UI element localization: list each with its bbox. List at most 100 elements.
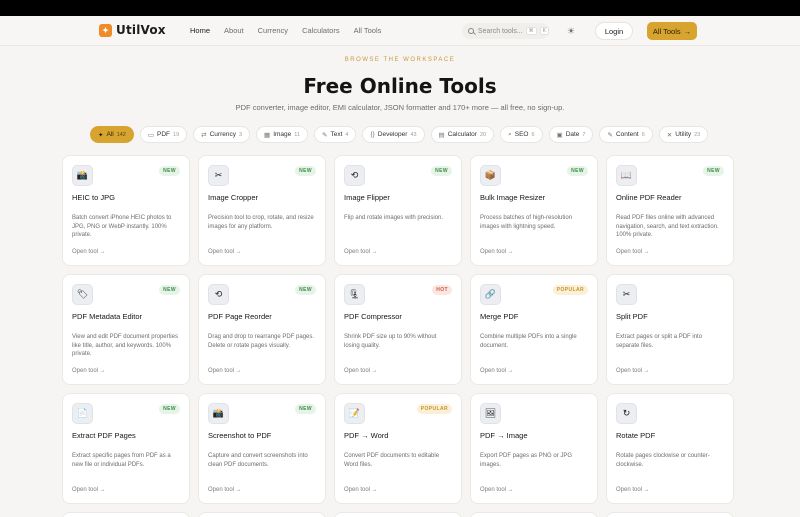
tool-title: HEIC to JPG — [72, 193, 115, 202]
tool-icon: 📖 — [616, 165, 637, 186]
filter-count: 3 — [238, 131, 243, 138]
filter-label: Currency — [209, 131, 236, 138]
tool-icon: 📸 — [72, 165, 93, 186]
sun-icon[interactable]: ☀ — [566, 26, 576, 36]
tool-card[interactable]: 📸 NEW Screenshot to PDF Capture and convert… — [198, 393, 326, 504]
tool-description: Precision tool to crop, rotate, and resi… — [208, 215, 314, 230]
open-tool-link[interactable]: Open tool → — [344, 368, 378, 374]
filter-chip-pdf[interactable]: ▭ PDF 19 — [139, 126, 188, 143]
filter-count: 23 — [694, 131, 701, 138]
status-badge: NEW — [159, 285, 180, 295]
filter-chip-currency[interactable]: ⇄ Currency 3 — [193, 126, 251, 143]
open-tool-link[interactable]: Open tool → — [344, 487, 378, 493]
open-tool-link[interactable]: Open tool → — [616, 368, 650, 374]
open-tool-link[interactable]: Open tool → — [208, 487, 242, 493]
login-button[interactable]: Login — [595, 22, 633, 40]
nav-currency[interactable]: Currency — [258, 26, 288, 35]
filter-count: 43 — [410, 131, 417, 138]
tool-card-partial[interactable] — [198, 512, 326, 517]
tool-title: PDF Compressor — [344, 312, 402, 321]
tool-card-partial[interactable] — [470, 512, 598, 517]
tool-card[interactable]: 📦 NEW Bulk Image Resizer Process batches of… — [470, 155, 598, 266]
tool-card[interactable]: ⟲ NEW Image Flipper Flip and rotate images … — [334, 155, 462, 266]
status-badge: NEW — [431, 166, 452, 176]
nav-about[interactable]: About — [224, 26, 244, 35]
tool-title: Extract PDF Pages — [72, 431, 136, 440]
filter-label: Date — [565, 131, 580, 138]
tool-card-partial[interactable] — [62, 512, 190, 517]
all-tools-label: All Tools — [652, 26, 681, 36]
tool-icon: 📝 — [344, 403, 365, 424]
tool-title: Screenshot to PDF — [208, 431, 272, 440]
tool-card[interactable]: 🖼 PDF → Image Export PDF pages as PNG or J… — [470, 393, 598, 504]
status-badge: HOT — [432, 285, 452, 295]
filter-chip-content[interactable]: ✎ Content 6 — [599, 126, 653, 143]
status-badge: POPULAR — [416, 404, 452, 414]
tool-card[interactable]: 🏷 NEW PDF Metadata Editor View and edit PDF… — [62, 274, 190, 385]
filter-chip-developer[interactable]: {} Developer 43 — [362, 126, 425, 143]
tool-description: Combine multiple PDFs into a single docu… — [480, 334, 577, 349]
filter-label: PDF — [157, 131, 171, 138]
tool-description: View and edit PDF document properties li… — [72, 334, 178, 357]
filter-count: 142 — [116, 131, 126, 138]
tool-icon: 🏷 — [72, 284, 93, 305]
filter-icon: ⌕ — [508, 130, 512, 138]
tool-card[interactable]: 📄 NEW Extract PDF Pages Extract specific pa… — [62, 393, 190, 504]
filter-chip-image[interactable]: ▦ Image 11 — [256, 126, 308, 143]
status-badge: NEW — [703, 166, 724, 176]
search-input[interactable]: Search tools... ⌘ K — [462, 23, 549, 39]
open-tool-link[interactable]: Open tool → — [72, 487, 106, 493]
open-tool-link[interactable]: Open tool → — [72, 249, 106, 255]
tool-card[interactable]: 📝 POPULAR PDF → Word Convert PDF documents … — [334, 393, 462, 504]
open-tool-link[interactable]: Open tool → — [344, 249, 378, 255]
status-badge: NEW — [159, 166, 180, 176]
tool-icon: ✂ — [208, 165, 229, 186]
tool-card[interactable]: 📸 NEW HEIC to JPG Batch convert iPhone HEIC… — [62, 155, 190, 266]
open-tool-link[interactable]: Open tool → — [72, 368, 106, 374]
tool-card[interactable]: 📖 NEW Online PDF Reader Read PDF files onli… — [606, 155, 734, 266]
open-tool-link[interactable]: Open tool → — [208, 368, 242, 374]
logo[interactable]: ✦ UtilVox — [99, 23, 166, 37]
open-tool-link[interactable]: Open tool → — [208, 249, 242, 255]
tool-card[interactable]: ↻ Rotate PDF Rotate pages clockwise or cou… — [606, 393, 734, 504]
tool-card-partial[interactable] — [334, 512, 462, 517]
page-title: Free Online Tools — [303, 74, 497, 98]
tool-card[interactable]: 🗜 HOT PDF Compressor Shrink PDF size up to … — [334, 274, 462, 385]
open-tool-link[interactable]: Open tool → — [480, 368, 514, 374]
open-tool-link[interactable]: Open tool → — [616, 249, 650, 255]
tool-title: Online PDF Reader — [616, 193, 682, 202]
tool-description: Process batches of high-resolution image… — [480, 215, 573, 230]
open-tool-link[interactable]: Open tool → — [480, 487, 514, 493]
navbar: ✦ UtilVox Home About Currency Calculator… — [0, 16, 800, 46]
filter-chip-seo[interactable]: ⌕ SEO 6 — [500, 126, 543, 143]
open-tool-link[interactable]: Open tool → — [480, 249, 514, 255]
filter-icon: ✕ — [666, 131, 673, 139]
filter-chip-date[interactable]: ▣ Date 7 — [548, 126, 594, 143]
nav-home[interactable]: Home — [190, 26, 210, 35]
shortcut-key-k: K — [539, 27, 549, 35]
tool-card-partial[interactable] — [606, 512, 734, 517]
filter-label: SEO — [514, 131, 529, 138]
filter-icon: ▤ — [438, 131, 445, 139]
tool-title: Bulk Image Resizer — [480, 193, 546, 202]
filter-chip-text[interactable]: ✎ Text 4 — [314, 126, 357, 143]
filter-chip-all[interactable]: ✦ All 142 — [90, 126, 134, 143]
tool-card[interactable]: ✂ Split PDF Extract pages or split a PDF i… — [606, 274, 734, 385]
tool-description: Convert PDF documents to editable Word f… — [344, 453, 440, 468]
status-badge: POPULAR — [552, 285, 588, 295]
nav-all-tools[interactable]: All Tools — [354, 26, 382, 35]
nav-calculators[interactable]: Calculators — [302, 26, 340, 35]
all-tools-button[interactable]: All Tools → — [647, 22, 697, 40]
filter-count: 7 — [582, 131, 586, 138]
filter-chip-calculator[interactable]: ▤ Calculator 20 — [430, 126, 495, 143]
status-badge: NEW — [567, 166, 588, 176]
filter-count: 11 — [294, 131, 300, 138]
tool-card[interactable]: ⟲ NEW PDF Page Reorder Drag and drop to rea… — [198, 274, 326, 385]
filter-chip-utility[interactable]: ✕ Utility 23 — [658, 126, 709, 143]
tool-card[interactable]: ✂ NEW Image Cropper Precision tool to crop,… — [198, 155, 326, 266]
hero-eyebrow: BROWSE THE WORKSPACE — [344, 57, 456, 63]
tool-description: Read PDF files online with advanced navi… — [616, 215, 719, 238]
open-tool-link[interactable]: Open tool → — [616, 487, 650, 493]
tool-card[interactable]: 🔗 POPULAR Merge PDF Combine multiple PDFs i… — [470, 274, 598, 385]
arrow-right-icon: → — [683, 26, 692, 36]
